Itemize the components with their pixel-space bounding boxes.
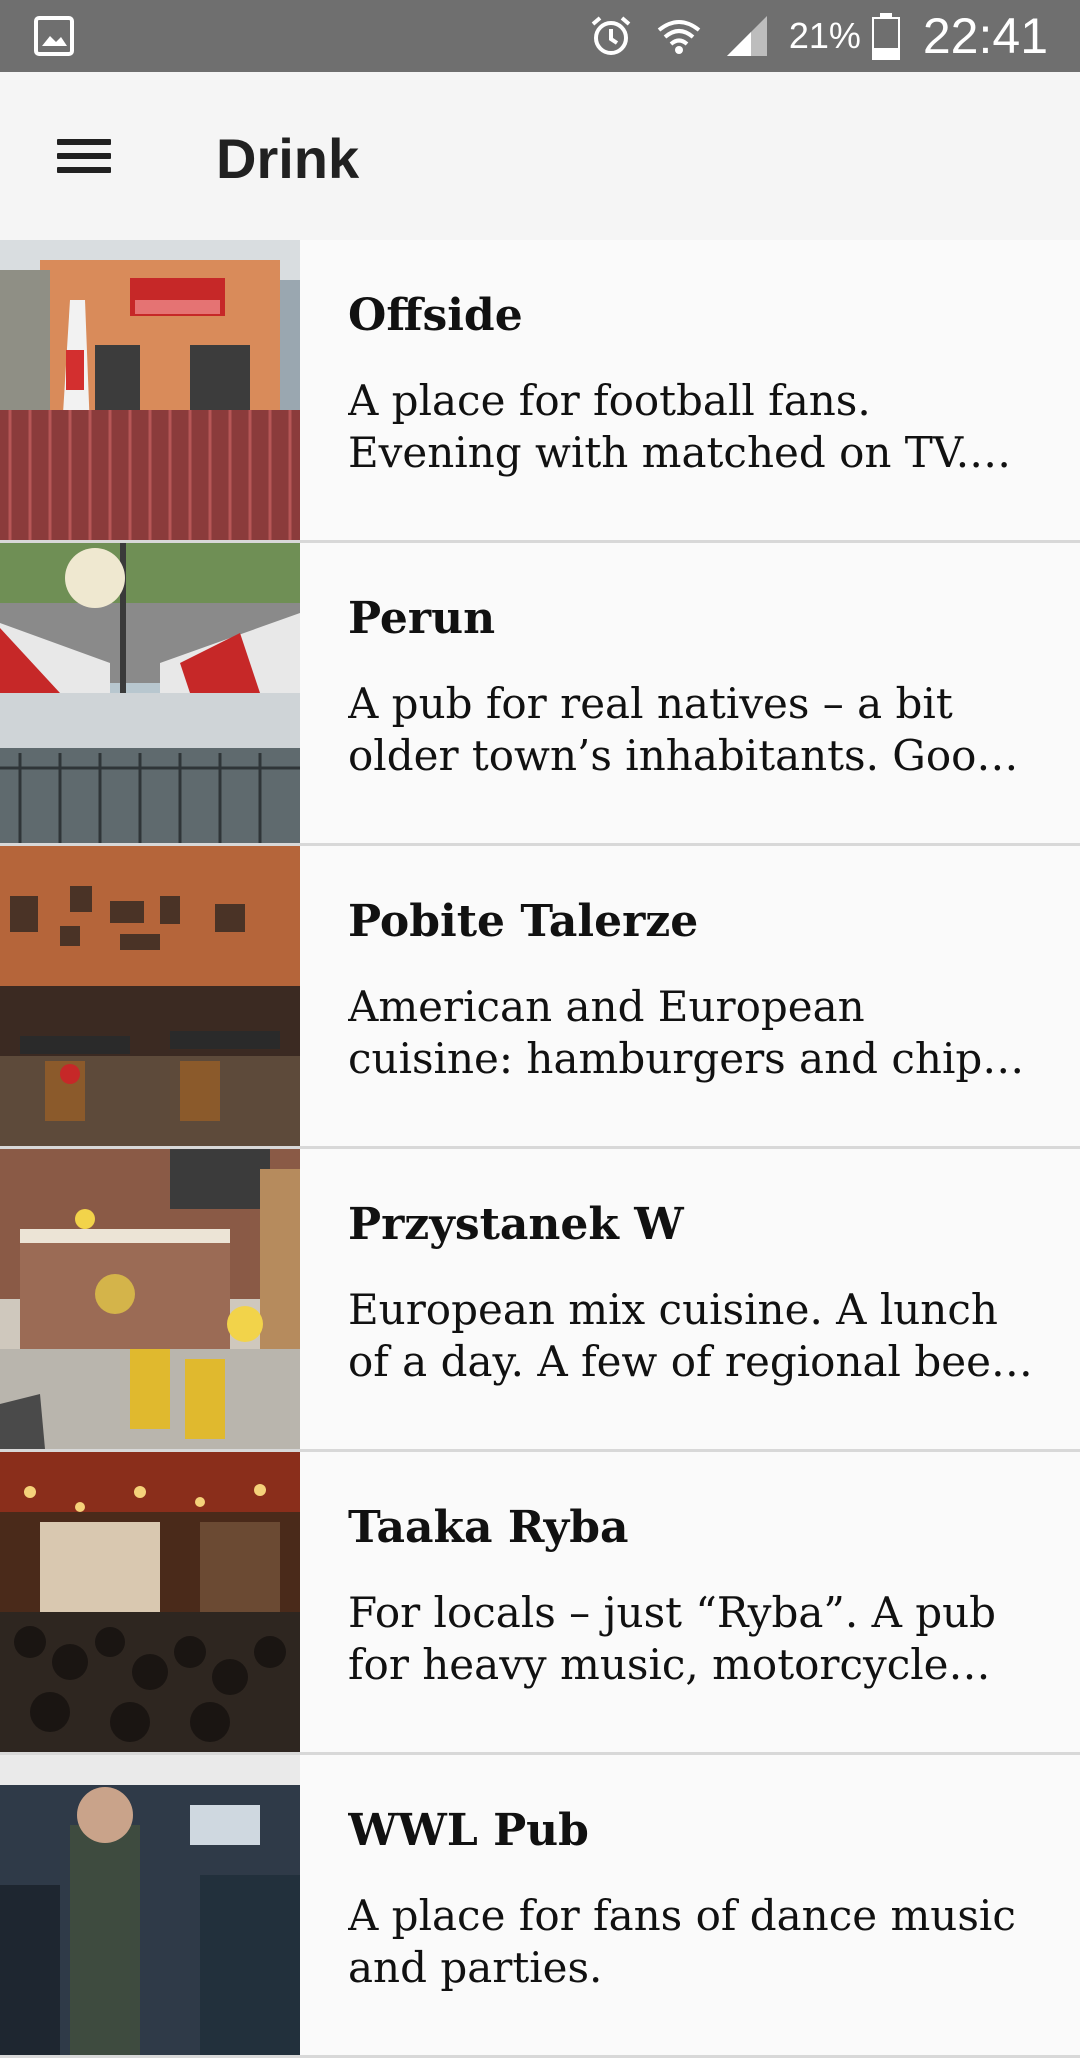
offside-photo	[0, 240, 300, 540]
image-icon	[34, 16, 74, 56]
app-bar: Drink	[0, 72, 1080, 240]
clock: 22:41	[922, 8, 1048, 64]
item-description: European mix cuisine. A lunch of a day. …	[348, 1285, 1033, 1386]
perun-photo	[0, 543, 300, 843]
item-title: WWL Pub	[348, 1805, 589, 1856]
wifi-icon	[657, 20, 701, 54]
item-description: A pub for real natives – a bit older tow…	[348, 679, 1004, 780]
item-description: For locals – just “Ryba”. A pub for heav…	[348, 1588, 997, 1689]
wwl-pub-photo	[0, 1755, 300, 2055]
item-title: Taaka Ryba	[348, 1502, 629, 1553]
venue-list: Offside A place for football fans. Eveni…	[0, 240, 1080, 2058]
list-item-wwl-pub[interactable]: WWL Pub A place for fans of dance music …	[0, 1755, 1080, 2058]
list-item-perun[interactable]: Perun A pub for real natives – a bit old…	[0, 543, 1080, 846]
item-title: Przystanek W	[348, 1199, 684, 1250]
list-item-offside[interactable]: Offside A place for football fans. Eveni…	[0, 240, 1080, 543]
battery-percent: 21%	[788, 15, 861, 56]
pobite-talerze-photo	[0, 846, 300, 1146]
cell-signal-icon	[726, 16, 767, 56]
list-item-przystanek-w[interactable]: Przystanek W European mix cuisine. A lun…	[0, 1149, 1080, 1452]
item-title: Pobite Talerze	[348, 896, 699, 947]
alarm-clock-icon	[591, 16, 631, 55]
battery-icon	[871, 13, 900, 60]
item-description: A place for fans of dance music and part…	[348, 1891, 1016, 1992]
hamburger-menu-icon[interactable]	[40, 116, 128, 196]
page-title: Drink	[216, 127, 360, 190]
przystanek-w-photo	[0, 1149, 300, 1449]
list-item-taaka-ryba[interactable]: Taaka Ryba For locals – just “Ryba”. A p…	[0, 1452, 1080, 1755]
taaka-ryba-photo	[0, 1452, 300, 1752]
status-bar: 21% 22:41	[0, 0, 1080, 72]
item-title: Perun	[348, 593, 496, 644]
item-description: A place for football fans. Evening with …	[348, 376, 970, 477]
item-title: Offside	[348, 290, 523, 341]
item-description: American and European cuisine: hamburger…	[348, 982, 1018, 1083]
list-item-pobite-talerze[interactable]: Pobite Talerze American and European cui…	[0, 846, 1080, 1149]
